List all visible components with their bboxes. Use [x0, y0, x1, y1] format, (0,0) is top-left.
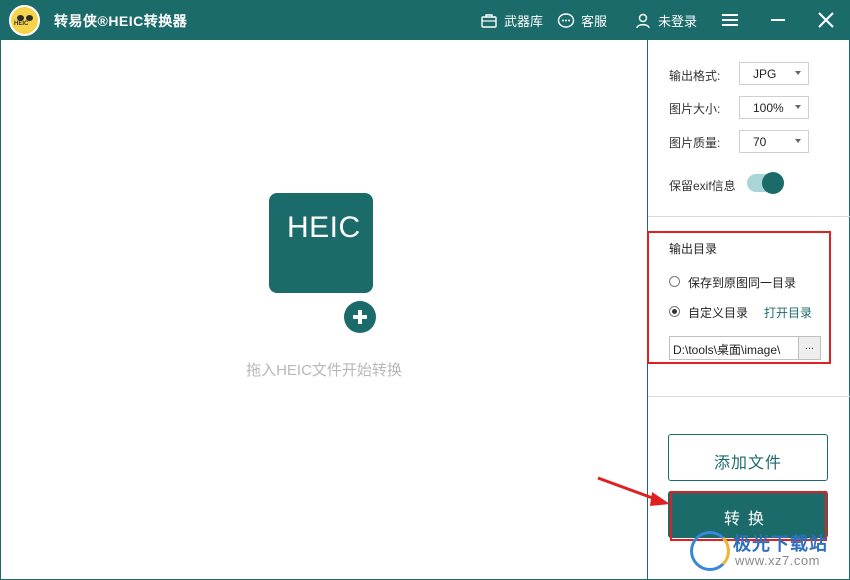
quality-label: 图片质量: — [669, 136, 721, 150]
format-value: JPG — [753, 67, 777, 81]
add-files-button[interactable]: 添加文件 — [668, 434, 828, 481]
divider — [648, 216, 850, 217]
format-label: 输出格式: — [669, 69, 721, 83]
watermark: 极光下载站 www.xz7.com — [690, 527, 845, 575]
login-button[interactable]: 未登录 — [634, 11, 697, 30]
service-label: 客服 — [581, 14, 608, 29]
service-button[interactable]: 客服 — [557, 11, 607, 30]
exif-toggle[interactable] — [747, 172, 784, 194]
chevron-down-icon — [795, 105, 801, 109]
divider — [648, 396, 850, 397]
file-drop-area[interactable] — [0, 40, 648, 580]
add-plus-icon[interactable] — [340, 297, 380, 337]
format-select[interactable]: JPG — [739, 62, 809, 85]
watermark-logo-icon — [690, 531, 730, 571]
pointer-arrow-icon — [597, 476, 670, 506]
drop-hint-text: 拖入HEIC文件开始转换 — [246, 362, 402, 379]
login-label: 未登录 — [658, 14, 698, 29]
chevron-down-icon — [795, 139, 801, 143]
size-select[interactable]: 100% — [739, 96, 809, 119]
menu-icon[interactable] — [718, 8, 742, 32]
watermark-url: www.xz7.com — [735, 553, 820, 568]
close-icon[interactable] — [814, 8, 838, 32]
size-label: 图片大小: — [669, 102, 721, 116]
heic-tile-label: HEIC — [287, 211, 361, 244]
quality-value: 70 — [753, 135, 767, 149]
minimize-icon[interactable] — [766, 8, 790, 32]
toolbox-icon — [481, 13, 497, 28]
arsenal-button[interactable]: 武器库 — [480, 11, 543, 30]
heic-file-icon[interactable]: HEIC — [269, 193, 373, 293]
app-title: 转易侠®HEIC转换器 — [54, 13, 188, 29]
title-bar: HEIC 转易侠®HEIC转换器 武器库 客服 未登录 — [0, 0, 850, 40]
user-icon — [636, 13, 650, 28]
size-value: 100% — [753, 101, 784, 115]
quality-select[interactable]: 70 — [739, 130, 809, 153]
chevron-down-icon — [795, 71, 801, 75]
exif-label: 保留exif信息 — [669, 179, 736, 193]
chat-bubble-icon — [557, 12, 575, 28]
arsenal-label: 武器库 — [504, 14, 544, 29]
app-logo-icon: HEIC — [9, 5, 40, 36]
output-dir-highlight — [647, 231, 831, 364]
